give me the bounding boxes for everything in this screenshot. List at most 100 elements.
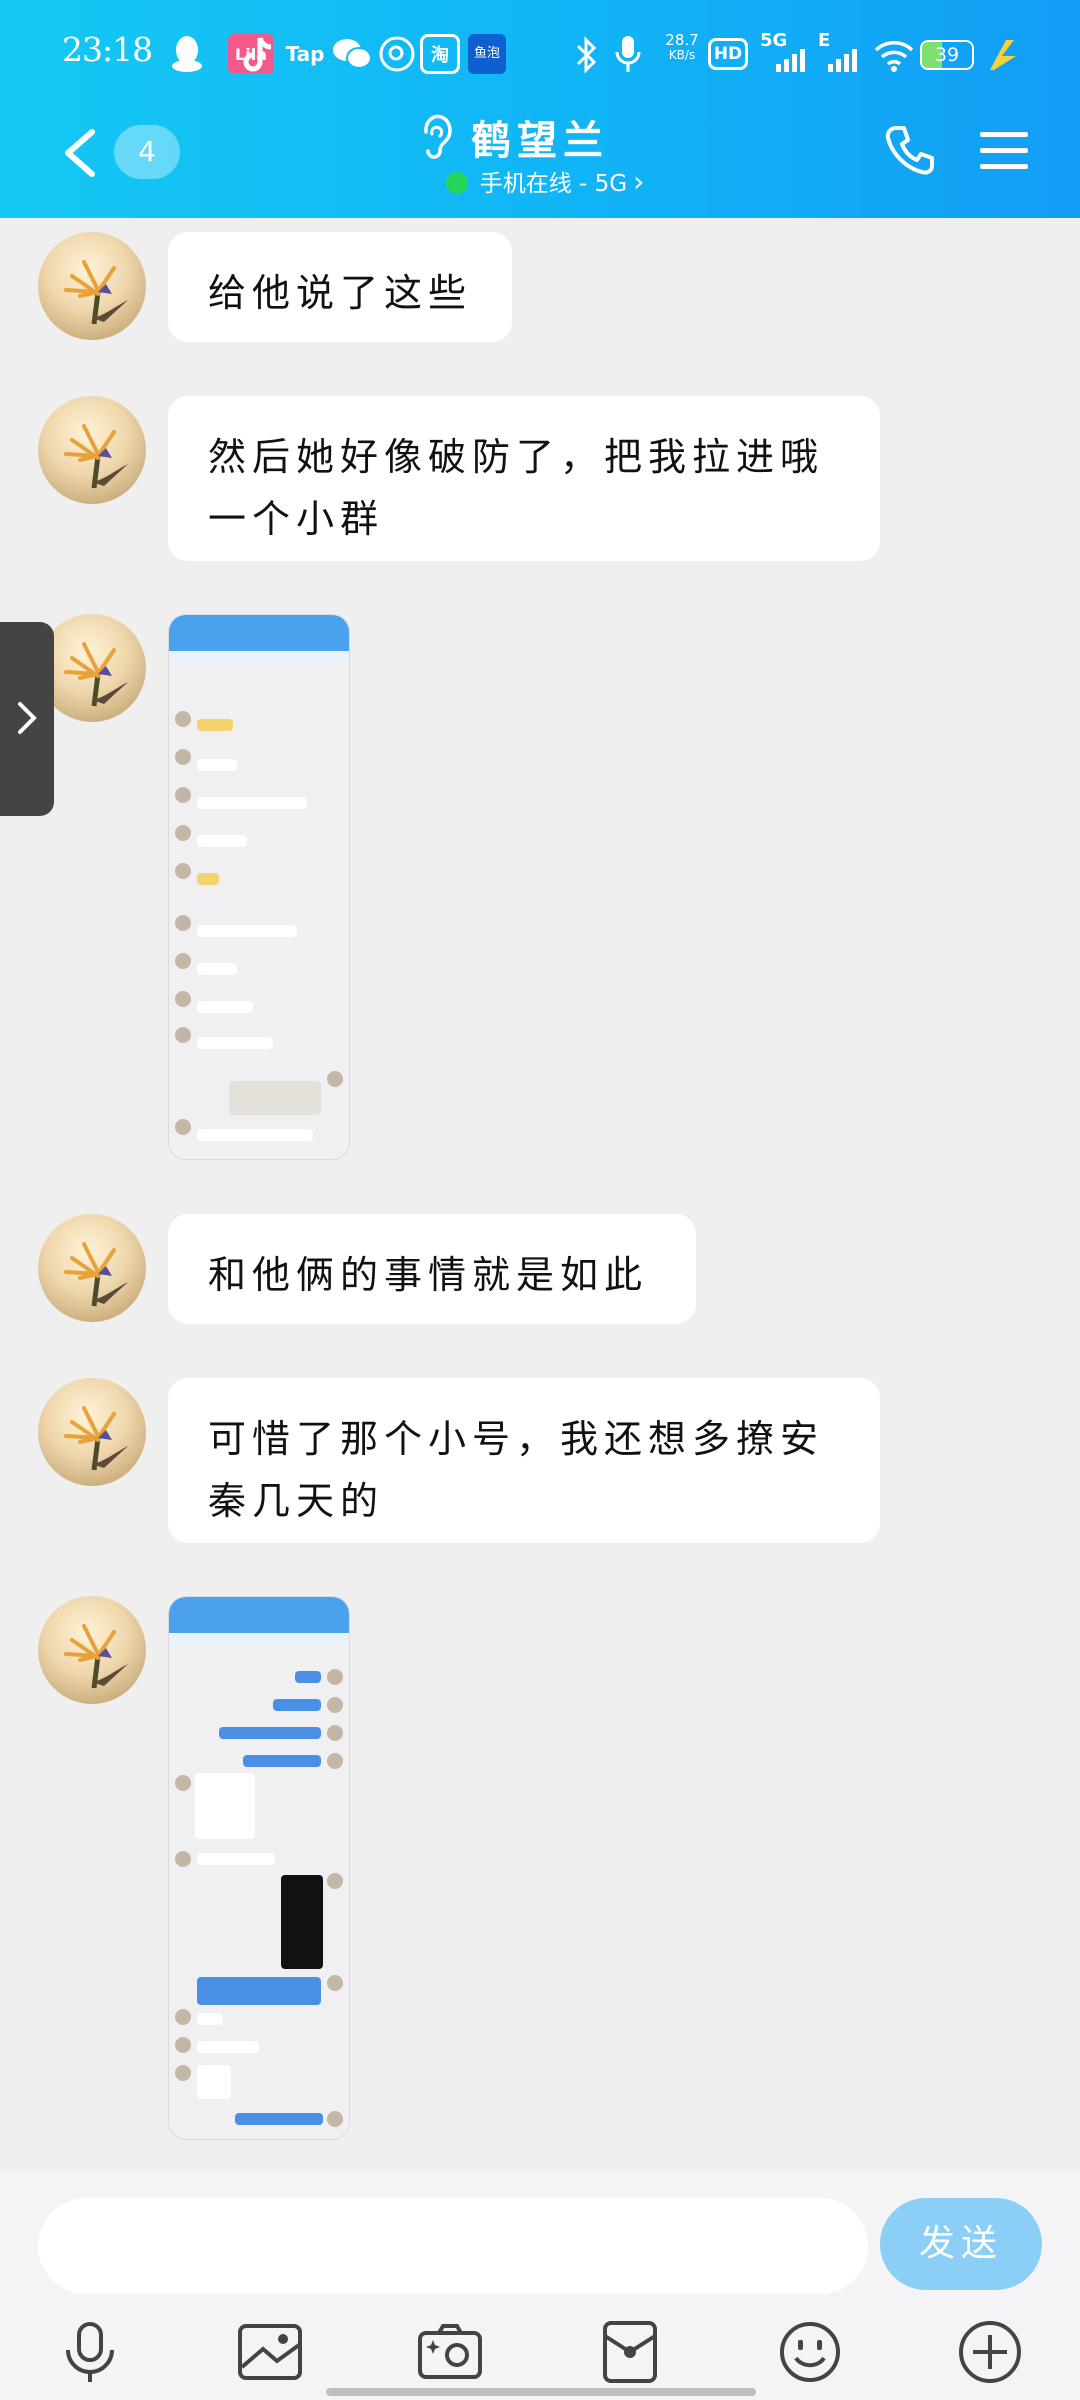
- thumbnail-bubble: [197, 719, 233, 731]
- thumbnail-avatar: [327, 1697, 343, 1713]
- thumbnail-avatar: [175, 2065, 191, 2081]
- thumbnail-avatar: [327, 1873, 343, 1889]
- thumbnail-avatar: [175, 1027, 191, 1043]
- wifi-icon: [874, 41, 914, 72]
- thumbnail-bubble: [197, 925, 297, 937]
- send-button[interactable]: 发送: [880, 2198, 1042, 2290]
- thumbnail-subheader: [169, 651, 349, 663]
- thumbnail-bubble: [197, 835, 247, 847]
- message-text-line: 一个小群: [208, 497, 385, 541]
- bird-of-paradise-flower-icon: [64, 1242, 128, 1307]
- message-text: 给他说了这些: [208, 271, 473, 315]
- contact-avatar[interactable]: [38, 614, 146, 722]
- thumbnail-avatar: [175, 1119, 191, 1135]
- voice-button[interactable]: [50, 2312, 130, 2392]
- image-message-thumbnail[interactable]: [168, 614, 350, 1160]
- thumbnail-bubble: [229, 1081, 321, 1115]
- microphone-icon: [66, 2322, 114, 2382]
- thumbnail-avatar: [175, 2037, 191, 2053]
- thumbnail-bubble: [295, 1671, 321, 1683]
- thumbnail-bubble: [197, 1853, 275, 1865]
- thumbnail-header: [169, 1597, 349, 1633]
- thumbnail-avatar: [175, 863, 191, 879]
- emoji-button[interactable]: [770, 2312, 850, 2392]
- message-text-line: 然后她好像破防了，把我拉进哦: [208, 435, 825, 479]
- network-speed: 28.7 KB/s: [660, 31, 704, 63]
- message-bubble[interactable]: 和他俩的事情就是如此: [168, 1214, 696, 1324]
- thumbnail-avatar: [327, 1669, 343, 1685]
- thumbnail-subheader: [169, 1633, 349, 1645]
- thumbnail-avatar: [175, 825, 191, 841]
- bird-of-paradise-flower-icon: [64, 1406, 128, 1471]
- image-icon: [238, 2324, 302, 2380]
- wechat-icon: [333, 39, 372, 69]
- menu-icon[interactable]: [978, 128, 1030, 174]
- message-bubble[interactable]: 给他说了这些: [168, 232, 512, 342]
- thumbnail-avatar: [327, 1753, 343, 1769]
- side-drawer-tab[interactable]: [0, 622, 54, 816]
- more-button[interactable]: [950, 2312, 1030, 2392]
- thumbnail-bubble: [235, 2113, 323, 2125]
- thumbnail-sticker: [197, 2065, 231, 2099]
- thumbnail-bubble: [197, 963, 237, 975]
- message-bubble[interactable]: 可惜了那个小号，我还想多撩安 秦几天的: [168, 1378, 880, 1543]
- charging-icon: [990, 40, 1016, 70]
- thumbnail-header: [169, 615, 349, 651]
- thumbnail-bubble: [197, 1037, 273, 1049]
- bird-of-paradise-flower-icon: [64, 424, 128, 489]
- yupao-icon: 鱼泡: [468, 34, 506, 74]
- contact-avatar[interactable]: [38, 1214, 146, 1322]
- contact-avatar[interactable]: [38, 1378, 146, 1486]
- message-input[interactable]: [38, 2198, 868, 2294]
- emoji-icon: [780, 2322, 840, 2382]
- thumbnail-avatar: [175, 915, 191, 931]
- plus-icon: [959, 2321, 1021, 2383]
- thumbnail-avatar: [175, 787, 191, 803]
- thumbnail-avatar: [175, 2009, 191, 2025]
- thumbnail-bubble: [197, 2013, 223, 2025]
- camera-button[interactable]: [410, 2312, 490, 2392]
- message-bubble[interactable]: 然后她好像破防了，把我拉进哦 一个小群: [168, 396, 880, 561]
- image-message-thumbnail[interactable]: [168, 1596, 350, 2140]
- contact-avatar[interactable]: [38, 1596, 146, 1704]
- qq-icon: [172, 36, 202, 72]
- red-packet-button[interactable]: [590, 2312, 670, 2392]
- subtitle-chevron-icon: ›: [633, 165, 645, 198]
- gallery-button[interactable]: [230, 2312, 310, 2392]
- thumbnail-avatar: [175, 991, 191, 1007]
- thumbnail-avatar: [327, 2111, 343, 2127]
- thumbnail-dark-image: [281, 1875, 323, 1969]
- home-indicator[interactable]: [326, 2388, 756, 2396]
- microphone-status-icon: [615, 36, 641, 72]
- thumbnail-bubble: [197, 1977, 321, 2005]
- thumbnail-avatar: [327, 1975, 343, 1991]
- phone-call-icon[interactable]: [882, 122, 938, 178]
- thumbnail-bubble: [197, 873, 219, 885]
- thumbnail-bubble: [197, 1001, 253, 1013]
- bluetooth-icon: [576, 36, 597, 74]
- thumbnail-bubble: [197, 2041, 259, 2053]
- message-text: 和他俩的事情就是如此: [208, 1253, 649, 1297]
- thumbnail-avatar: [327, 1071, 343, 1087]
- tiktok-icon: [243, 37, 272, 72]
- thumbnail-bubble: [219, 1727, 321, 1739]
- thumbnail-avatar: [175, 1775, 191, 1791]
- camera-icon: [418, 2324, 482, 2379]
- message-text-line: 秦几天的: [208, 1479, 385, 1523]
- thumbnail-avatar: [175, 711, 191, 727]
- bird-of-paradise-flower-icon: [64, 642, 128, 707]
- contact-avatar[interactable]: [38, 396, 146, 504]
- chevron-right-icon: [18, 702, 37, 734]
- thumbnail-avatar: [175, 953, 191, 969]
- online-status-text: 手机在线 - 5G: [479, 171, 628, 197]
- thumbnail-bubble: [197, 759, 237, 771]
- taobao-icon: 淘: [420, 34, 460, 74]
- contact-avatar[interactable]: [38, 232, 146, 340]
- taptap-icon: Tap: [285, 42, 325, 66]
- signal-bars-2-icon: [828, 49, 857, 72]
- battery-level: 39: [934, 44, 960, 66]
- input-bar: 发送: [0, 2172, 1080, 2400]
- message-text-line: 可惜了那个小号，我还想多撩安: [208, 1417, 825, 1461]
- network-speed-value: 28.7: [665, 31, 699, 49]
- thumbnail-bubble: [197, 797, 307, 809]
